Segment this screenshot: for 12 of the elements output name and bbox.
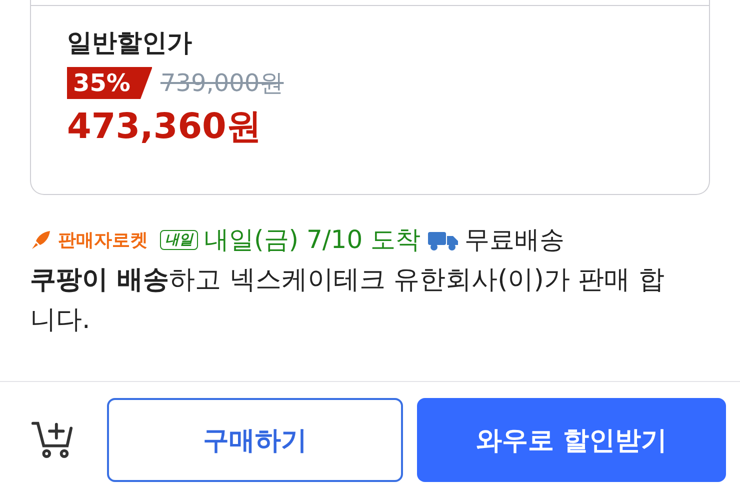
tomorrow-tag: 내일	[160, 230, 198, 250]
arrival-date: 내일(금) 7/10 도착	[204, 224, 421, 256]
price-label: 일반할인가	[67, 27, 193, 59]
seller-note: 쿠팡이 배송하고 넥스케이테크 유한회사(이)가 판매 합니다.	[29, 264, 666, 337]
seller-rocket-label: 판매자로켓	[58, 228, 148, 252]
discount-button[interactable]: 와우로 할인받기	[416, 398, 726, 482]
free-shipping: 무료배송	[464, 224, 565, 256]
rocket-icon	[30, 228, 52, 250]
sale-price: 473,360원	[67, 106, 262, 149]
discount-badge: 35%	[67, 67, 152, 99]
buy-button[interactable]: 구매하기	[106, 398, 403, 482]
original-price: 739,000원	[160, 68, 284, 99]
